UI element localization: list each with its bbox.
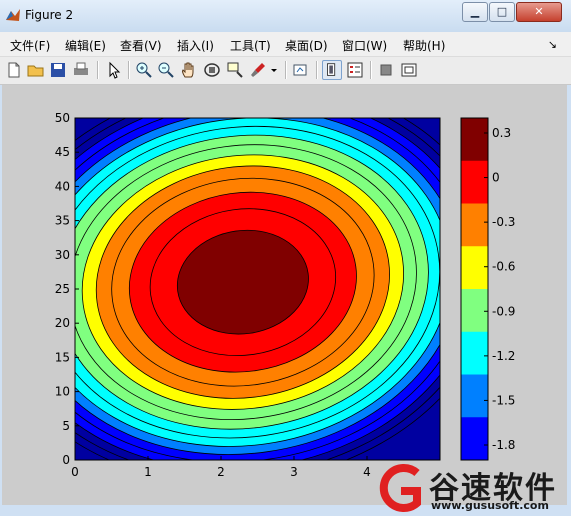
menu-desktop[interactable]: 桌面(D) bbox=[285, 37, 328, 54]
toolbar-separator bbox=[128, 61, 130, 79]
x-tick-label: 2 bbox=[217, 465, 225, 479]
y-tick-label: 40 bbox=[55, 179, 70, 193]
menu-bar: 文件(F) 编辑(E) 查看(V) 插入(I) 工具(T) 桌面(D) 窗口(W… bbox=[0, 32, 571, 57]
edit-plot-arrow-icon[interactable] bbox=[104, 60, 124, 80]
colorbar-tick-label: 0.3 bbox=[492, 126, 511, 140]
colorbar-segment bbox=[461, 203, 488, 247]
zoom-out-icon[interactable] bbox=[156, 60, 176, 80]
y-tick-label: 30 bbox=[55, 248, 70, 262]
print-icon[interactable] bbox=[71, 60, 91, 80]
window-title: Figure 2 bbox=[25, 8, 74, 22]
y-tick-label: 5 bbox=[62, 419, 70, 433]
colorbar-segment bbox=[461, 374, 488, 418]
x-tick-label: 1 bbox=[144, 465, 152, 479]
colorbar-tick-label: -0.3 bbox=[492, 215, 515, 229]
maximize-button[interactable]: □ bbox=[489, 2, 515, 22]
new-figure-icon[interactable] bbox=[4, 60, 24, 80]
minimize-button[interactable]: ▁ bbox=[462, 2, 488, 22]
menu-overflow-icon[interactable]: ↘ bbox=[548, 38, 557, 51]
chart-svg: 0 1 2 3 405101520253035404550 0.30-0.3-0.6-0… bbox=[55, 111, 516, 479]
toolbar-separator bbox=[285, 61, 287, 79]
brush-icon[interactable] bbox=[248, 60, 268, 80]
open-file-icon[interactable] bbox=[26, 60, 46, 80]
show-plot-tools-icon[interactable] bbox=[399, 60, 419, 80]
menu-edit[interactable]: 编辑(E) bbox=[65, 37, 106, 54]
zoom-in-icon[interactable] bbox=[134, 60, 154, 80]
x-tick-label: 4 bbox=[363, 465, 371, 479]
figure-toolbar bbox=[0, 57, 571, 85]
y-tick-label: 20 bbox=[55, 316, 70, 330]
colorbar-segment bbox=[461, 246, 488, 290]
link-plot-icon[interactable] bbox=[291, 60, 311, 80]
rotate-3d-icon[interactable] bbox=[202, 60, 222, 80]
watermark-url: www.gususoft.com bbox=[431, 499, 549, 512]
menu-window[interactable]: 窗口(W) bbox=[342, 37, 387, 54]
colorbar-tick-label: -0.6 bbox=[492, 260, 515, 274]
matlab-logo-icon bbox=[6, 9, 20, 21]
save-icon[interactable] bbox=[48, 60, 68, 80]
y-tick-label: 0 bbox=[62, 453, 70, 467]
colorbar-segment bbox=[461, 289, 488, 333]
colorbar-tick-label: -0.9 bbox=[492, 304, 515, 318]
colorbar-tick-label: 0 bbox=[492, 171, 500, 185]
y-tick-label: 45 bbox=[55, 145, 70, 159]
y-tick-label: 35 bbox=[55, 214, 70, 228]
toolbar-separator bbox=[370, 61, 372, 79]
menu-insert[interactable]: 插入(I) bbox=[177, 37, 214, 54]
menu-help[interactable]: 帮助(H) bbox=[403, 37, 445, 54]
brush-dropdown-icon[interactable] bbox=[268, 60, 280, 80]
colorbar-segment bbox=[461, 118, 488, 162]
y-tick-label: 10 bbox=[55, 385, 70, 399]
colorbar-segment bbox=[461, 160, 488, 204]
data-cursor-icon[interactable] bbox=[225, 60, 245, 80]
x-tick-label: 3 bbox=[290, 465, 298, 479]
menu-tools[interactable]: 工具(T) bbox=[230, 37, 271, 54]
watermark-logo-icon bbox=[379, 464, 421, 512]
pan-hand-icon[interactable] bbox=[179, 60, 199, 80]
y-tick-label: 15 bbox=[55, 350, 70, 364]
colorbar-segment bbox=[461, 417, 488, 461]
title-bar[interactable]: Figure 2 ▁ □ ✕ bbox=[0, 0, 571, 32]
hide-plot-tools-icon[interactable] bbox=[376, 60, 396, 80]
menu-file[interactable]: 文件(F) bbox=[10, 37, 50, 54]
close-button[interactable]: ✕ bbox=[516, 2, 562, 22]
figure-canvas: 0 1 2 3 4 0 5 10 15 20 25 30 35 40 45 50 0.3 0 -0.3 -0.6 -0… bbox=[2, 85, 567, 505]
colorbar-icon[interactable] bbox=[322, 60, 342, 80]
legend-icon[interactable] bbox=[345, 60, 365, 80]
colorbar-tick-label: -1.8 bbox=[492, 438, 515, 452]
toolbar-separator bbox=[97, 61, 99, 79]
colorbar-segment bbox=[461, 331, 488, 375]
colorbar-tick-label: -1.5 bbox=[492, 393, 515, 407]
y-tick-label: 25 bbox=[55, 282, 70, 296]
figure-window: Figure 2 ▁ □ ✕ 文件(F) 编辑(E) 查看(V) 插入(I) 工… bbox=[0, 0, 571, 516]
menu-view[interactable]: 查看(V) bbox=[120, 37, 162, 54]
y-tick-label: 50 bbox=[55, 111, 70, 125]
toolbar-separator bbox=[316, 61, 318, 79]
watermark: 谷速软件 www.gususoft.com bbox=[371, 461, 571, 516]
x-tick-label: 0 bbox=[71, 465, 79, 479]
colorbar-tick-label: -1.2 bbox=[492, 349, 515, 363]
